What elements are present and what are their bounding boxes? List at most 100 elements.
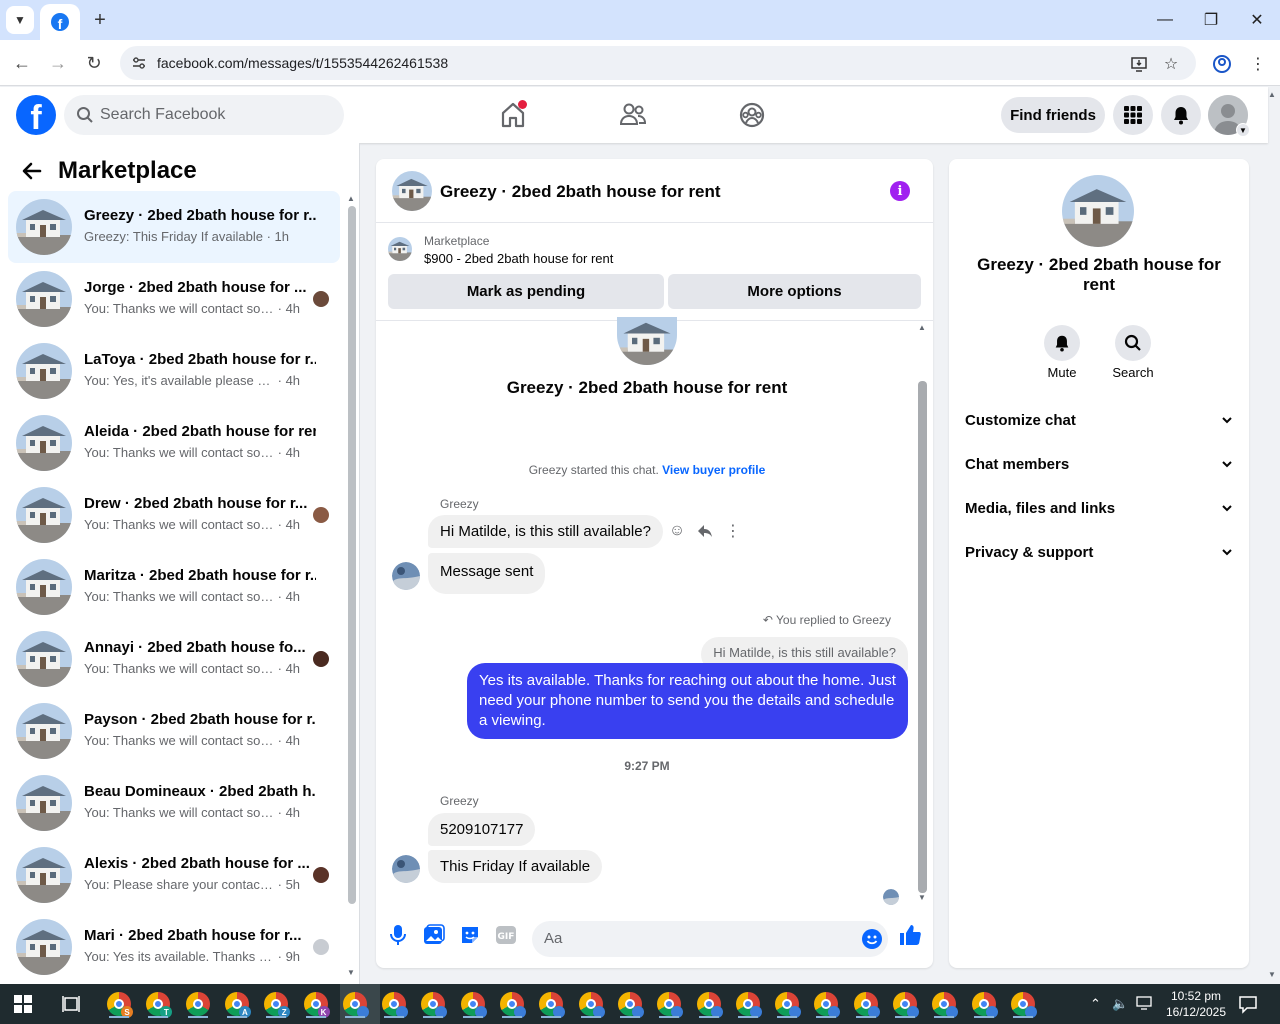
chrome-taskbar-icon[interactable]: [577, 990, 605, 1018]
conversation-item[interactable]: Maritza · 2bed 2bath house for r... You: …: [8, 551, 340, 623]
minimize-icon[interactable]: —: [1150, 6, 1180, 34]
incoming-message[interactable]: This Friday If available: [428, 850, 603, 883]
home-icon[interactable]: [497, 99, 529, 131]
sidebar-scrollbar[interactable]: [348, 206, 356, 904]
conversation-item[interactable]: Payson · 2bed 2bath house for r... You: T…: [8, 695, 340, 767]
task-view-icon[interactable]: [62, 995, 80, 1013]
chrome-taskbar-icon[interactable]: [498, 990, 526, 1018]
react-emoji-icon[interactable]: ☺: [668, 522, 686, 540]
conversation-item[interactable]: LaToya · 2bed 2bath house for r... You: Y…: [8, 335, 340, 407]
conversation-item[interactable]: Greezy · 2bed 2bath house for r... Greezy…: [8, 191, 340, 263]
back-arrow-icon[interactable]: [20, 159, 44, 183]
chrome-taskbar-icon[interactable]: [380, 990, 409, 1018]
more-options-button[interactable]: More options: [668, 274, 921, 309]
emoji-icon[interactable]: [862, 929, 882, 949]
close-icon[interactable]: ✕: [1242, 6, 1272, 34]
search-in-chat-button[interactable]: Search: [1103, 325, 1163, 380]
network-icon[interactable]: [1136, 996, 1152, 1013]
site-settings-icon[interactable]: [130, 54, 148, 72]
windows-start-icon[interactable]: [14, 995, 32, 1013]
notification-center-icon[interactable]: [1238, 994, 1258, 1014]
customize-chat-section[interactable]: Customize chat: [965, 405, 1233, 435]
chrome-taskbar-icon[interactable]: [891, 990, 919, 1018]
conversation-item[interactable]: Beau Domineaux · 2bed 2bath h... You: Tha…: [8, 767, 340, 839]
privacy-support-section[interactable]: Privacy & support: [965, 537, 1233, 567]
view-buyer-profile-link[interactable]: View buyer profile: [662, 463, 765, 477]
page-scroll-up-icon[interactable]: ▲: [1268, 90, 1276, 99]
chrome-taskbar-icon[interactable]: [537, 990, 566, 1018]
maximize-icon[interactable]: ❐: [1196, 6, 1226, 34]
chrome-taskbar-icon[interactable]: [1009, 990, 1037, 1018]
menu-grid-icon[interactable]: [1113, 95, 1153, 135]
thumbs-up-icon[interactable]: [898, 923, 922, 947]
mute-button[interactable]: Mute: [1032, 325, 1092, 380]
scroll-down-arrow-icon[interactable]: ▼: [918, 893, 926, 902]
back-icon[interactable]: ←: [9, 50, 35, 76]
chrome-taskbar-icon[interactable]: Z: [262, 990, 291, 1018]
tray-overflow-icon[interactable]: ⌃: [1090, 996, 1101, 1012]
outgoing-message[interactable]: Yes its available. Thanks for reaching o…: [467, 663, 908, 739]
bookmark-star-icon[interactable]: ☆: [1160, 53, 1182, 75]
conversation-item[interactable]: Jorge · 2bed 2bath house for ... You: Tha…: [8, 263, 340, 335]
info-avatar[interactable]: [1062, 175, 1134, 247]
browser-menu-icon[interactable]: ⋮: [1247, 53, 1269, 75]
page-scroll-down-icon[interactable]: ▼: [1268, 970, 1276, 979]
incoming-message[interactable]: 5209107177: [428, 813, 536, 846]
photo-icon[interactable]: [422, 923, 446, 947]
info-icon[interactable]: i: [890, 181, 910, 201]
chrome-taskbar-icon[interactable]: S: [105, 990, 133, 1018]
profile-icon[interactable]: [1211, 53, 1233, 75]
account-chevron-down-icon[interactable]: ▼: [1236, 123, 1250, 137]
reload-icon[interactable]: ↻: [81, 50, 107, 76]
chrome-taskbar-icon[interactable]: [184, 990, 212, 1018]
mark-as-pending-button[interactable]: Mark as pending: [388, 274, 664, 309]
sticker-icon[interactable]: [458, 923, 482, 947]
chrome-taskbar-icon[interactable]: [655, 990, 684, 1018]
volume-icon[interactable]: 🔈: [1112, 996, 1128, 1012]
chrome-taskbar-icon[interactable]: [970, 990, 998, 1018]
chat-title[interactable]: Greezy · 2bed 2bath house for rent: [440, 182, 721, 202]
conversation-item[interactable]: Alexis · 2bed 2bath house for ... You: Pl…: [8, 839, 340, 911]
microphone-icon[interactable]: [386, 923, 410, 947]
groups-icon[interactable]: [736, 99, 768, 131]
find-friends-button[interactable]: Find friends: [1001, 97, 1105, 133]
reply-icon[interactable]: [696, 522, 714, 540]
media-files-links-section[interactable]: Media, files and links: [965, 493, 1233, 523]
message-input[interactable]: Aa: [532, 921, 888, 957]
chat-avatar[interactable]: [392, 171, 432, 211]
listing-title[interactable]: $900 - 2bed 2bath house for rent: [424, 251, 613, 266]
chrome-taskbar-icon[interactable]: [695, 990, 723, 1018]
listing-thumbnail[interactable]: [388, 237, 412, 261]
browser-tab-facebook[interactable]: f: [40, 4, 80, 40]
friends-icon[interactable]: [617, 99, 649, 131]
forward-icon[interactable]: →: [45, 50, 71, 76]
system-clock[interactable]: 10:52 pm 16/12/2025: [1160, 988, 1232, 1020]
conversation-item[interactable]: Mari · 2bed 2bath house for r... You: Yes…: [8, 911, 340, 983]
chrome-taskbar-icon[interactable]: A: [223, 990, 251, 1018]
chat-members-section[interactable]: Chat members: [965, 449, 1233, 479]
sender-avatar[interactable]: [392, 562, 420, 590]
conversation-item[interactable]: Aleida · 2bed 2bath house for rent You: T…: [8, 407, 340, 479]
notifications-bell-icon[interactable]: [1161, 95, 1201, 135]
chrome-taskbar-icon[interactable]: [341, 990, 369, 1018]
conversation-item[interactable]: Drew · 2bed 2bath house for r... You: Tha…: [8, 479, 340, 551]
gif-icon[interactable]: GIF: [494, 923, 518, 947]
new-tab-button[interactable]: +: [88, 8, 112, 32]
chrome-taskbar-icon[interactable]: [734, 990, 762, 1018]
chrome-taskbar-icon[interactable]: [812, 990, 841, 1018]
more-actions-icon[interactable]: ⋮: [724, 522, 742, 540]
facebook-logo-icon[interactable]: f: [16, 95, 56, 135]
message-scrollbar[interactable]: [918, 381, 927, 893]
incoming-message[interactable]: Hi Matilde, is this still available?: [428, 515, 663, 548]
scroll-up-arrow-icon[interactable]: ▲: [918, 323, 926, 332]
scroll-up-arrow-icon[interactable]: ▲: [347, 194, 355, 203]
address-bar[interactable]: facebook.com/messages/t/1553544262461538…: [120, 46, 1196, 80]
incoming-message[interactable]: Message sent: [428, 553, 546, 594]
tab-search-chevron-icon[interactable]: ▼: [6, 6, 34, 34]
chrome-taskbar-icon[interactable]: [773, 990, 802, 1018]
conversation-item[interactable]: Annayi · 2bed 2bath house fo... You: Than…: [8, 623, 340, 695]
search-facebook-input[interactable]: Search Facebook: [64, 95, 344, 135]
sender-avatar[interactable]: [392, 855, 420, 883]
install-app-icon[interactable]: [1128, 53, 1150, 75]
chrome-taskbar-icon[interactable]: [616, 990, 644, 1018]
